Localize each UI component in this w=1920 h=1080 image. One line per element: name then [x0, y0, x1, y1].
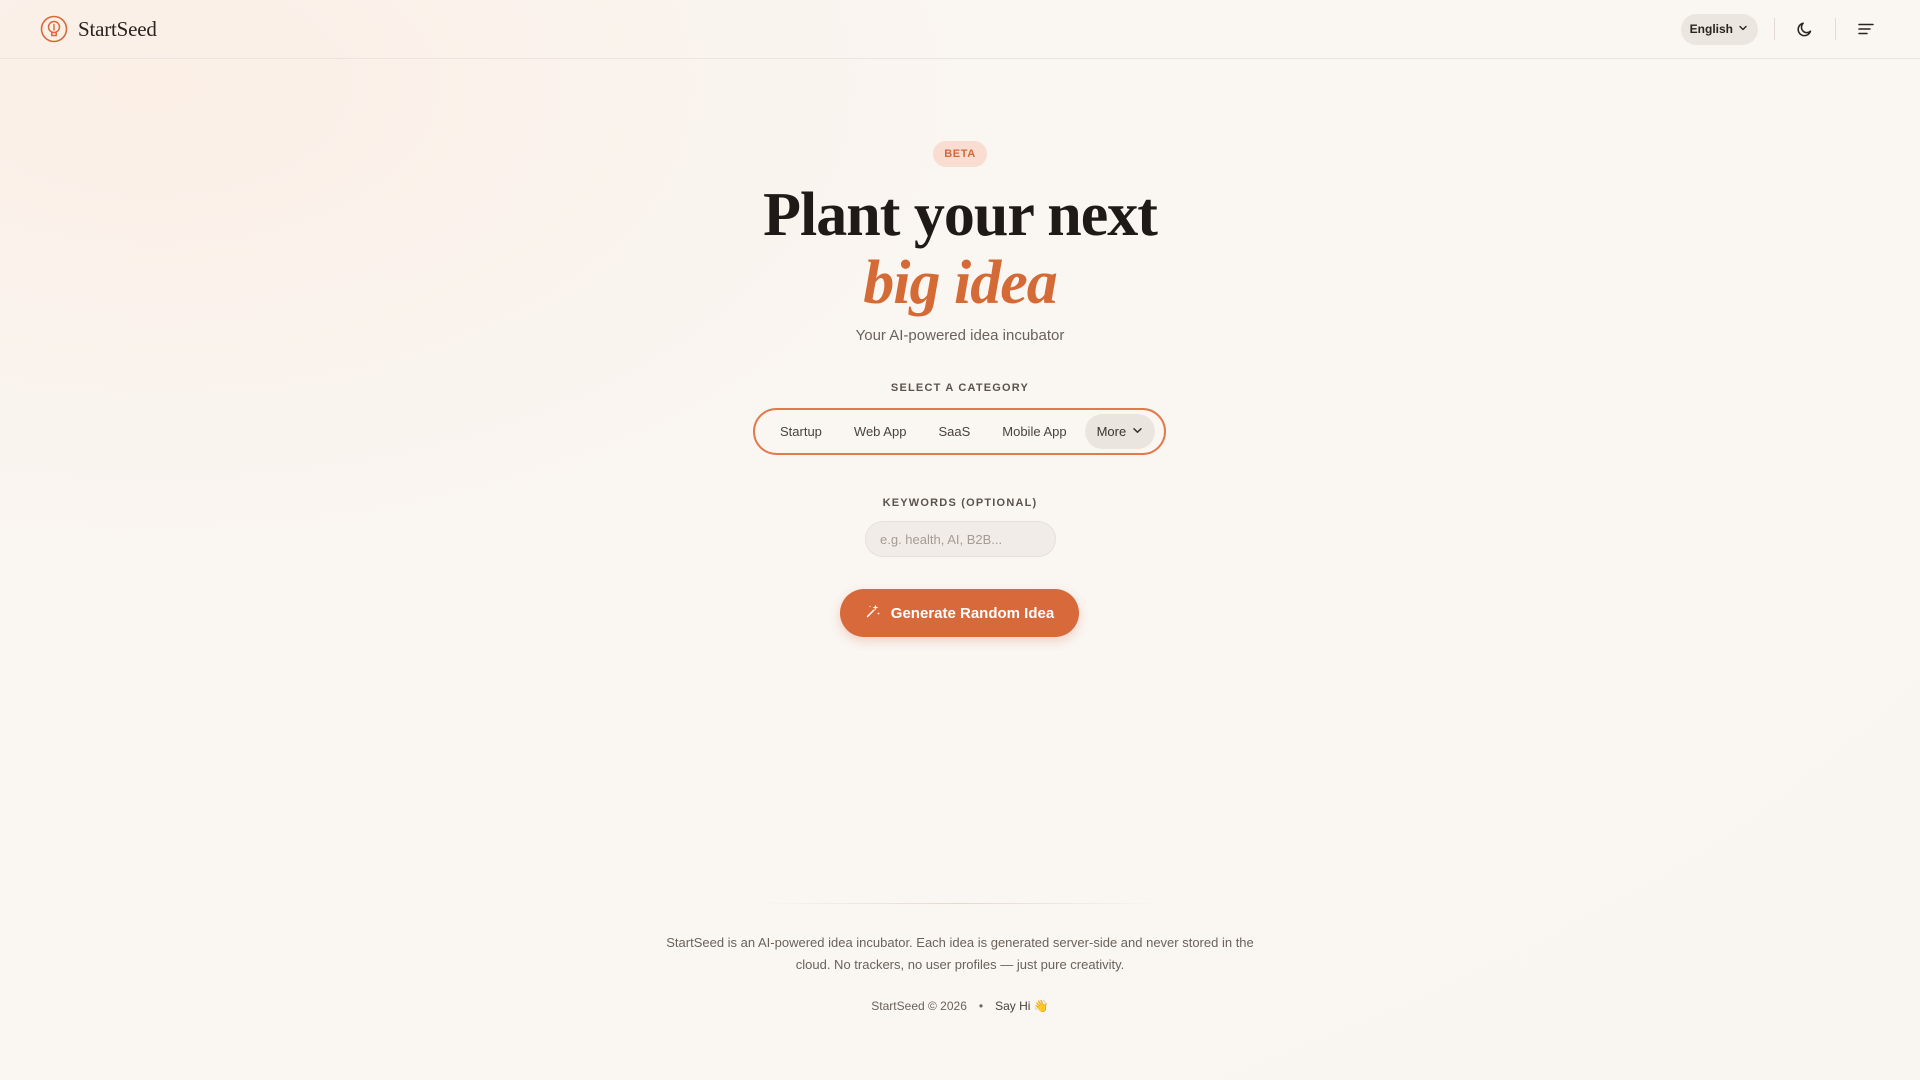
category-startup[interactable]: Startup	[764, 414, 838, 449]
generate-button-label: Generate Random Idea	[890, 604, 1055, 622]
keywords-input[interactable]	[865, 521, 1056, 557]
chevron-down-icon	[1738, 22, 1748, 36]
lightbulb-logo-icon	[40, 15, 68, 43]
copyright-text: StartSeed © 2026	[871, 999, 967, 1013]
generate-idea-button[interactable]: Generate Random Idea	[840, 589, 1079, 637]
keywords-label: KEYWORDS (OPTIONAL)	[882, 497, 1038, 509]
top-nav: StartSeed English	[0, 0, 1920, 59]
category-saas[interactable]: SaaS	[922, 414, 986, 449]
chevron-down-icon	[1132, 424, 1143, 439]
hero-title-line1: Plant your next	[763, 181, 1158, 249]
header-actions: English	[1680, 13, 1880, 45]
category-mobile-app[interactable]: Mobile App	[986, 414, 1082, 449]
language-label: English	[1689, 22, 1733, 36]
category-web-app[interactable]: Web App	[838, 414, 923, 449]
category-more-dropdown[interactable]: More	[1084, 414, 1156, 449]
beta-badge: BETA	[933, 141, 987, 167]
sparkles-icon	[865, 603, 881, 623]
hero-subtitle: Your AI-powered idea incubator	[855, 327, 1065, 344]
header-divider	[1774, 18, 1775, 40]
footer-divider	[760, 903, 1160, 904]
header-divider	[1835, 18, 1836, 40]
brand-name: StartSeed	[78, 16, 157, 41]
category-selector: Startup Web App SaaS Mobile App More	[753, 408, 1166, 455]
footer-bottom: StartSeed © 2026 • Say Hi 👋	[0, 999, 1920, 1013]
category-label: SELECT A CATEGORY	[890, 382, 1030, 394]
category-more-label: More	[1096, 424, 1127, 439]
footer-separator: •	[978, 999, 984, 1013]
brand[interactable]: StartSeed	[40, 15, 157, 43]
moon-icon[interactable]	[1791, 15, 1819, 43]
menu-icon[interactable]	[1852, 15, 1880, 43]
say-hi-link[interactable]: Say Hi 👋	[995, 999, 1049, 1013]
language-selector[interactable]: English	[1680, 13, 1758, 45]
hero-title-line2: big idea	[863, 249, 1057, 317]
footer-description: StartSeed is an AI-powered idea incubato…	[666, 935, 1254, 972]
